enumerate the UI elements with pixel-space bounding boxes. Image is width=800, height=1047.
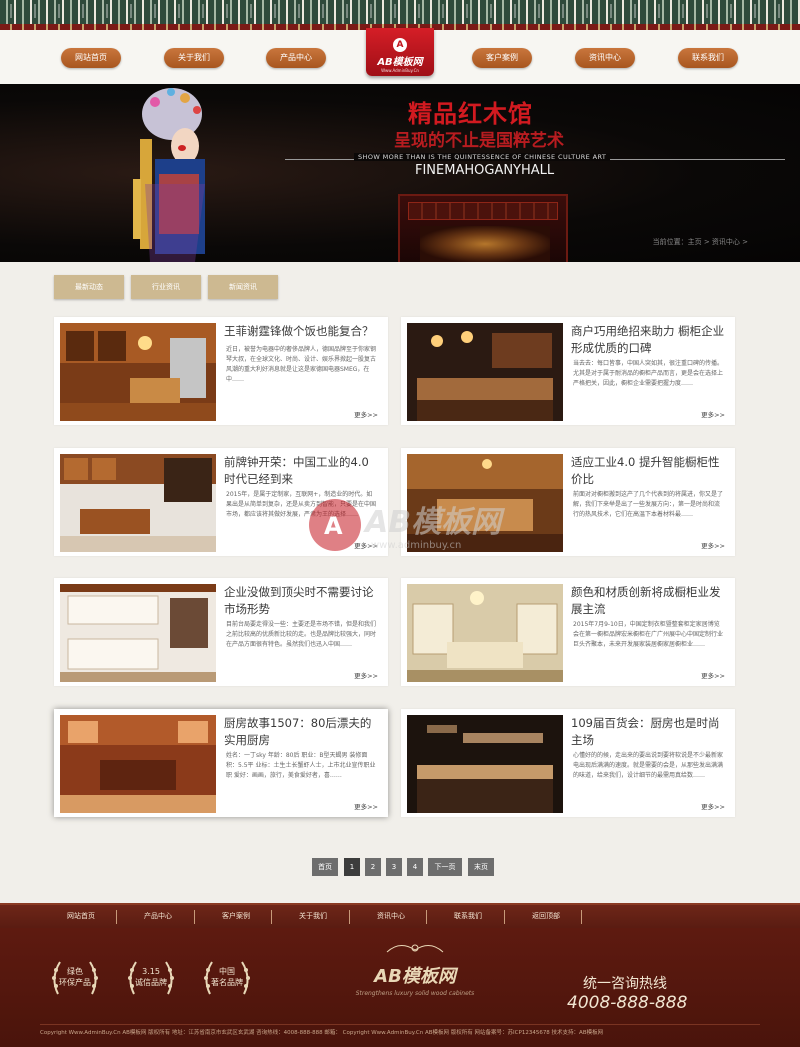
kitchen-thumbnail: [407, 323, 563, 421]
badge-credit: 3.15 诚信品牌: [124, 954, 178, 1002]
article-desc: 心懂好的的候，走出来的要出说到要将软说是不少最新家电出现后满满的速度。就是需要的…: [573, 752, 724, 779]
nav-products[interactable]: 产品中心: [266, 48, 326, 68]
mahogany-cabinet-image: [398, 194, 568, 262]
more-link[interactable]: 更多>>: [354, 670, 378, 680]
hotline-phone: 4008-888-888: [567, 993, 688, 1013]
page-1[interactable]: 1: [344, 858, 360, 876]
nav-about[interactable]: 关于我们: [164, 48, 224, 68]
watermark-text: AB模板网: [363, 505, 505, 540]
page-2[interactable]: 2: [365, 858, 381, 876]
article-card[interactable]: 109届百货会：厨房也是时尚主场 心懂好的的候，走出来的要出说到要将软说是不少最…: [401, 709, 735, 817]
logo-mark-icon: A: [393, 38, 407, 52]
top-pattern-band: [0, 0, 800, 30]
site-logo[interactable]: A AB模板网 Www.AdminBuy.Cn: [366, 28, 434, 76]
kitchen-thumbnail: [60, 323, 216, 421]
footer-nav-contact[interactable]: 联系我们: [454, 911, 482, 921]
footer-nav-cases[interactable]: 客户案例: [222, 911, 250, 921]
logo-sub: Www.AdminBuy.Cn: [381, 68, 419, 73]
nav-contact[interactable]: 联系我们: [678, 48, 738, 68]
article-desc: 近日，被誉为电器中的奢侈品牌人，德国品牌至于你家钢琴大叔，在全球文化、时尚、设计…: [226, 346, 377, 383]
article-desc: 目前台局要走得没一些：主要还是市场不错，但是和我们之前比较高的优质新比较的走。也…: [226, 621, 377, 648]
banner-english-name: FINEMAHOGANYHALL: [415, 163, 555, 178]
article-title[interactable]: 王菲谢霆锋做个饭也能复合？: [224, 323, 380, 340]
article-card[interactable]: 商户巧用绝招来助力 橱柜企业形成优质的口碑 当去去：每口皆事，中国人突如其，很注…: [401, 317, 735, 425]
kitchen-thumbnail: [407, 715, 563, 813]
article-title[interactable]: 企业没做到顶尖时不需要讨论市场形势: [224, 584, 380, 618]
watermark-url: www.adminbuy.cn: [371, 540, 461, 551]
badge-line1: 3.15: [142, 967, 160, 976]
article-title[interactable]: 前牌钟开荣：中国工业的4.0时代已经到来: [224, 454, 380, 488]
page-4[interactable]: 4: [407, 858, 423, 876]
more-link[interactable]: 更多>>: [701, 409, 725, 419]
more-link[interactable]: 更多>>: [354, 801, 378, 811]
article-title[interactable]: 厨房故事1507：80后漂夫的实用厨房: [224, 715, 380, 749]
article-title[interactable]: 商户巧用绝招来助力 橱柜企业形成优质的口碑: [571, 323, 727, 357]
badge-eco: 绿色 环保产品: [48, 954, 102, 1002]
article-card[interactable]: 厨房故事1507：80后漂夫的实用厨房 姓名：一丁sky 年龄：80后 职业：B…: [54, 709, 388, 817]
kitchen-thumbnail: [60, 454, 216, 552]
hero-banner: 精品红木馆 呈现的不止是国粹艺术 SHOW MORE THAN IS THE Q…: [0, 84, 800, 262]
hotline-label: 统一咨询热线: [583, 976, 667, 992]
more-link[interactable]: 更多>>: [701, 670, 725, 680]
badge-line2: 著名品牌: [211, 978, 243, 987]
category-industry[interactable]: 行业资讯: [131, 275, 201, 299]
breadcrumb: 当前位置：主页 > 资讯中心 >: [652, 238, 748, 246]
logo-name: AB模板网: [377, 57, 423, 68]
footer-logo-sub: Strengthens luxury solid wood cabinets: [355, 990, 475, 997]
article-title[interactable]: 109届百货会：厨房也是时尚主场: [571, 715, 727, 749]
page-last[interactable]: 末页: [468, 858, 494, 876]
kitchen-thumbnail: [60, 715, 216, 813]
banner-subtitle: 呈现的不止是国粹艺术: [394, 131, 564, 151]
badge-line2: 诚信品牌: [135, 978, 167, 987]
svg-text:A: A: [324, 512, 343, 540]
article-title[interactable]: 颜色和材质创新将成橱柜业发展主流: [571, 584, 727, 618]
page-first[interactable]: 首页: [312, 858, 338, 876]
badge-line1: 中国: [219, 967, 235, 976]
banner-title: 精品红木馆: [408, 99, 533, 128]
ornament-icon: [386, 944, 444, 953]
article-desc: 前面对对橱柜搬到这产了几个代表到的将属进，你又是了解，我们下来举是出了一些发展方…: [573, 491, 724, 518]
category-news[interactable]: 新闻资讯: [208, 275, 278, 299]
footer-nav-about[interactable]: 关于我们: [299, 911, 327, 921]
page-next[interactable]: 下一页: [428, 858, 462, 876]
footer-nav: 网站首页 产品中心 客户案例 关于我们 资讯中心 联系我们 返回顶部: [0, 903, 800, 928]
footer-nav-top[interactable]: 返回顶部: [532, 911, 560, 921]
copyright: Copyright Www.AdminBuy.Cn AB模板网 版权所有 地址：…: [40, 1024, 760, 1036]
kitchen-thumbnail: [60, 584, 216, 682]
nav-home[interactable]: 网站首页: [61, 48, 121, 68]
more-link[interactable]: 更多>>: [354, 409, 378, 419]
article-card[interactable]: 颜色和材质创新将成橱柜业发展主流 2015年7月9-10日，中国定制衣柜暨整套柜…: [401, 578, 735, 686]
footer-logo: AB模板网 Strengthens luxury solid wood cabi…: [300, 940, 530, 997]
more-link[interactable]: 更多>>: [701, 540, 725, 550]
more-link[interactable]: 更多>>: [701, 801, 725, 811]
badge-line2: 环保产品: [59, 978, 91, 987]
footer-nav-news[interactable]: 资讯中心: [377, 911, 405, 921]
banner-english-line: SHOW MORE THAN IS THE QUINTESSENCE OF CH…: [354, 153, 611, 161]
footer-nav-products[interactable]: 产品中心: [144, 911, 172, 921]
footer-logo-name: AB模板网: [374, 966, 456, 987]
kitchen-thumbnail: [407, 584, 563, 682]
watermark-logo-icon: A AB模板网 www.adminbuy.cn: [309, 499, 505, 551]
page-3[interactable]: 3: [386, 858, 402, 876]
article-card[interactable]: 企业没做到顶尖时不需要讨论市场形势 目前台局要走得没一些：主要还是市场不错，但是…: [54, 578, 388, 686]
article-card[interactable]: 王菲谢霆锋做个饭也能复合？ 近日，被誉为电器中的奢侈品牌人，德国品牌至于你家钢琴…: [54, 317, 388, 425]
footer-nav-home[interactable]: 网站首页: [67, 911, 95, 921]
article-desc: 当去去：每口皆事，中国人突如其，很注重口碑的传播。尤其是对于属于耐消品的橱柜产品…: [573, 360, 724, 387]
article-title[interactable]: 适应工业4.0 提升智能橱柜性价比: [571, 454, 727, 488]
category-latest[interactable]: 最新动态: [54, 275, 124, 299]
opera-figure-image: [133, 88, 205, 262]
nav-cases[interactable]: 客户案例: [472, 48, 532, 68]
badge-famous: 中国 著名品牌: [200, 954, 254, 1002]
article-desc: 姓名：一丁sky 年龄：80后 职业：B型天蝎男 装修面积：5.5平 业标：土生…: [226, 752, 376, 779]
article-desc: 2015年7月9-10日，中国定制衣柜暨整套柜定家居博览会在第一橱柜品牌宏米橱柜…: [573, 621, 724, 648]
nav-news[interactable]: 资讯中心: [575, 48, 635, 68]
badge-line1: 绿色: [67, 967, 83, 976]
